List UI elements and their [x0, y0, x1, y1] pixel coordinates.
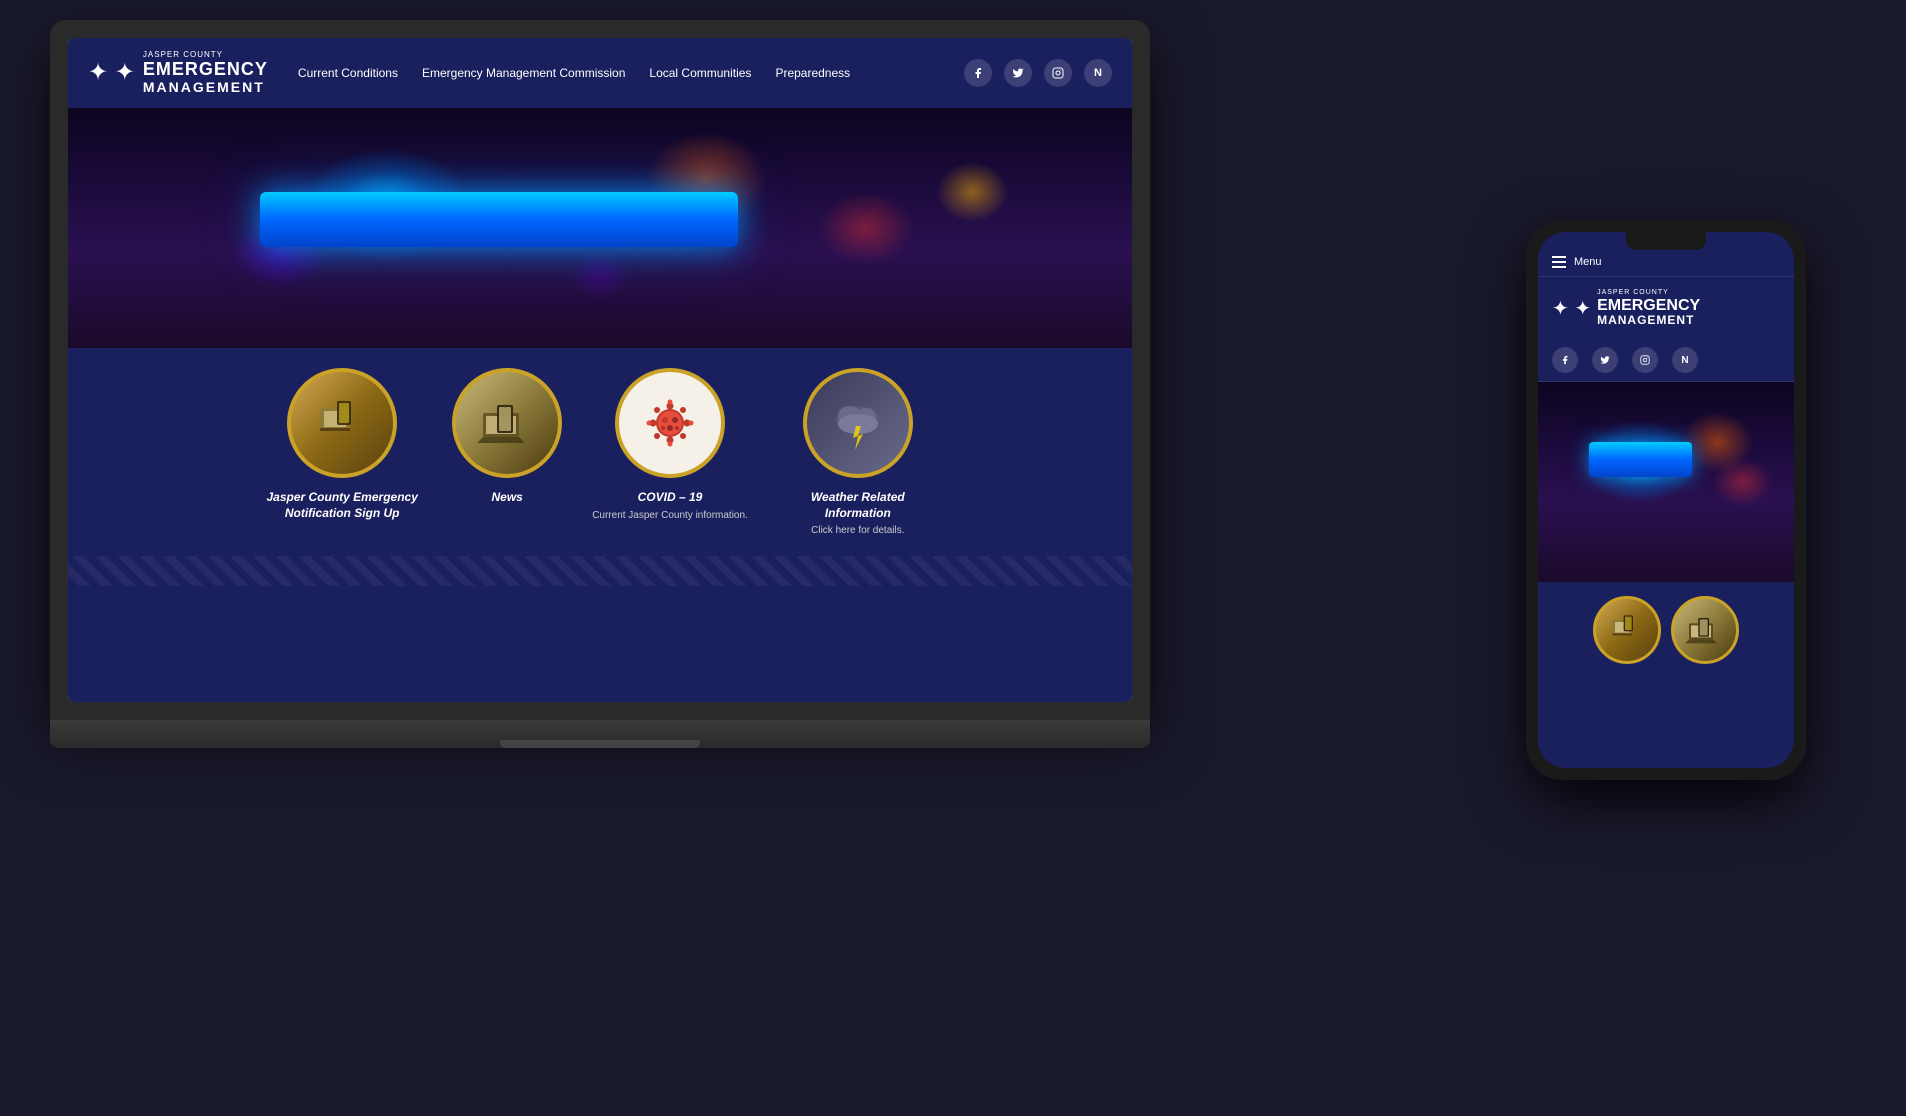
card-circle-signup [287, 368, 397, 478]
phone-screen: Menu ✦ ✦ JASPER COUNTY EMERGENCY MANAGEM… [1538, 232, 1794, 768]
hamburger-icon [1552, 256, 1566, 268]
phone-logo-text: JASPER COUNTY EMERGENCY MANAGEMENT [1597, 289, 1700, 327]
nav-link-preparedness[interactable]: Preparedness [775, 66, 850, 80]
phone-nextdoor-icon[interactable]: N [1672, 347, 1698, 373]
hamburger-line-1 [1552, 256, 1566, 258]
navbar: ✦ ✦ JASPER COUNTY EMERGENCY MANAGEMENT C… [68, 38, 1132, 108]
phone-logo-emergency: EMERGENCY [1597, 297, 1700, 315]
instagram-icon[interactable] [1044, 59, 1072, 87]
phone-social-row: N [1538, 339, 1794, 382]
twitter-icon[interactable] [1004, 59, 1032, 87]
nextdoor-icon[interactable]: N [1084, 59, 1112, 87]
covid-image [619, 372, 721, 474]
phone-facebook-icon[interactable] [1552, 347, 1578, 373]
card-circle-covid [615, 368, 725, 478]
card-signup-title: Jasper County Emergency Notification Sig… [262, 490, 422, 521]
card-covid-subtitle: Current Jasper County information. [592, 510, 748, 521]
card-signup[interactable]: Jasper County Emergency Notification Sig… [262, 368, 422, 521]
phone-logo-management: MANAGEMENT [1597, 314, 1700, 327]
card-news-title: News [492, 490, 523, 506]
phone-cards-section [1538, 582, 1794, 768]
nav-link-commission[interactable]: Emergency Management Commission [422, 66, 625, 80]
phone-menu-label: Menu [1574, 256, 1602, 268]
laptop-device: ✦ ✦ JASPER COUNTY EMERGENCY MANAGEMENT C… [50, 20, 1170, 780]
hamburger-line-2 [1552, 261, 1566, 263]
facebook-icon[interactable] [964, 59, 992, 87]
nav-link-current-conditions[interactable]: Current Conditions [298, 66, 398, 80]
card-weather[interactable]: Weather Related Information Click here f… [778, 368, 938, 536]
card-circle-news [452, 368, 562, 478]
card-weather-subtitle: Click here for details. [811, 525, 904, 536]
phone-police-light-bar [1589, 442, 1691, 477]
phone-circle-signup [1593, 596, 1661, 664]
nav-logo[interactable]: ✦ ✦ JASPER COUNTY EMERGENCY MANAGEMENT [88, 51, 268, 95]
bottom-pattern [68, 556, 1132, 586]
police-light-bar [260, 192, 739, 247]
phone-logo-stars-icon: ✦ ✦ [1552, 296, 1591, 321]
nav-social-icons: N [964, 59, 1112, 87]
weather-image [807, 372, 909, 474]
phone-circle-news [1671, 596, 1739, 664]
hamburger-line-3 [1552, 266, 1566, 268]
phone-notch [1626, 232, 1706, 250]
laptop-body: ✦ ✦ JASPER COUNTY EMERGENCY MANAGEMENT C… [50, 20, 1150, 720]
phone-card-signup[interactable] [1593, 596, 1661, 664]
phone-device: Menu ✦ ✦ JASPER COUNTY EMERGENCY MANAGEM… [1526, 220, 1806, 780]
cards-row: Jasper County Emergency Notification Sig… [222, 368, 978, 536]
phone-logo-jasper: JASPER COUNTY [1597, 289, 1700, 297]
laptop-screen: ✦ ✦ JASPER COUNTY EMERGENCY MANAGEMENT C… [68, 38, 1132, 702]
phone-card-news[interactable] [1671, 596, 1739, 664]
bottom-section: Jasper County Emergency Notification Sig… [68, 348, 1132, 702]
phone-logo-section[interactable]: ✦ ✦ JASPER COUNTY EMERGENCY MANAGEMENT [1538, 277, 1794, 339]
signup-image [291, 372, 393, 474]
card-covid-title: COVID – 19 [638, 490, 703, 506]
phone-hero-image [1538, 382, 1794, 582]
card-covid[interactable]: COVID – 19 Current Jasper County informa… [592, 368, 748, 521]
nav-link-local-communities[interactable]: Local Communities [649, 66, 751, 80]
phone-instagram-icon[interactable] [1632, 347, 1658, 373]
card-weather-title: Weather Related Information [778, 490, 938, 521]
laptop-base [50, 720, 1150, 748]
phone-twitter-icon[interactable] [1592, 347, 1618, 373]
logo-text: JASPER COUNTY EMERGENCY MANAGEMENT [143, 51, 268, 95]
hero-image [68, 108, 1132, 348]
nav-links: Current Conditions Emergency Management … [298, 66, 964, 80]
news-image [456, 372, 558, 474]
phone-hero-lights [1538, 382, 1794, 582]
logo-stars-icon: ✦ ✦ [88, 58, 135, 87]
phone-body: Menu ✦ ✦ JASPER COUNTY EMERGENCY MANAGEM… [1526, 220, 1806, 780]
website: ✦ ✦ JASPER COUNTY EMERGENCY MANAGEMENT C… [68, 38, 1132, 702]
logo-emergency: EMERGENCY [143, 60, 268, 80]
logo-management: MANAGEMENT [143, 80, 268, 95]
card-news[interactable]: News [452, 368, 562, 506]
card-circle-weather [803, 368, 913, 478]
